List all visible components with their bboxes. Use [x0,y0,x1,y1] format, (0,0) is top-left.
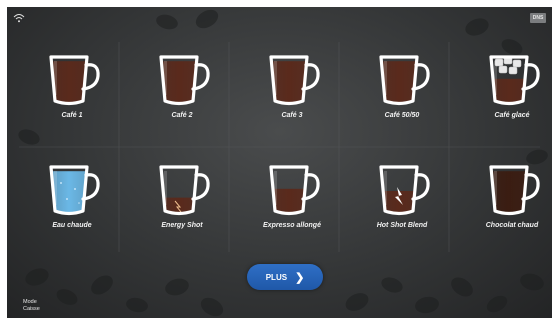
drink-label: Chocolat chaud [485,222,539,229]
cup-icon [489,55,540,106]
drink-label: Café 2 [171,112,193,119]
drink-label: Café 1 [61,112,83,119]
wifi-icon [13,14,25,23]
drink-tile[interactable]: Chocolat chaud [464,159,552,243]
cup-icon [49,165,100,216]
drink-tile[interactable]: Hot Shot Blend [354,159,450,243]
language-badge[interactable]: DNS [530,13,546,23]
drink-label: Energy Shot [161,222,203,229]
mode-label: Mode [23,299,37,305]
drink-label: Café 3 [281,112,303,119]
plus-button-label: PLUS [265,272,288,282]
cup-icon [159,165,210,216]
drink-label: Eau chaude [52,222,92,229]
drink-tile[interactable]: Expresso allongé [244,159,340,243]
drink-tile[interactable]: Café 3 [244,49,340,133]
drink-label: Café 50/50 [384,112,420,119]
chevron-right-icon: ❯ [295,271,305,284]
drink-tile[interactable]: Café glacé [464,49,552,133]
cup-icon [379,165,430,216]
mode-value: Caisse [23,306,40,312]
drink-label: Expresso allongé [263,222,321,229]
drink-tile[interactable]: Café 50/50 [354,49,450,133]
plus-button[interactable]: PLUS ❯ [247,264,323,290]
drink-tile[interactable]: Energy Shot [134,159,230,243]
coffee-machine-screen: DNS Café 1 Café 2 Café 3 Café 50/50 Café gla… [7,7,552,318]
drink-tile[interactable]: Café 1 [24,49,120,133]
drink-tile[interactable]: Café 2 [134,49,230,133]
drink-label: Hot Shot Blend [376,222,428,229]
mode-indicator[interactable]: Mode Caisse [23,299,40,313]
cup-icon [269,165,320,216]
drink-label: Café glacé [494,112,530,119]
cup-icon [489,165,540,216]
drink-tile[interactable]: Eau chaude [24,159,120,243]
cup-icon [379,55,430,106]
cup-icon [49,55,100,106]
cup-icon [159,55,210,106]
cup-icon [269,55,320,106]
